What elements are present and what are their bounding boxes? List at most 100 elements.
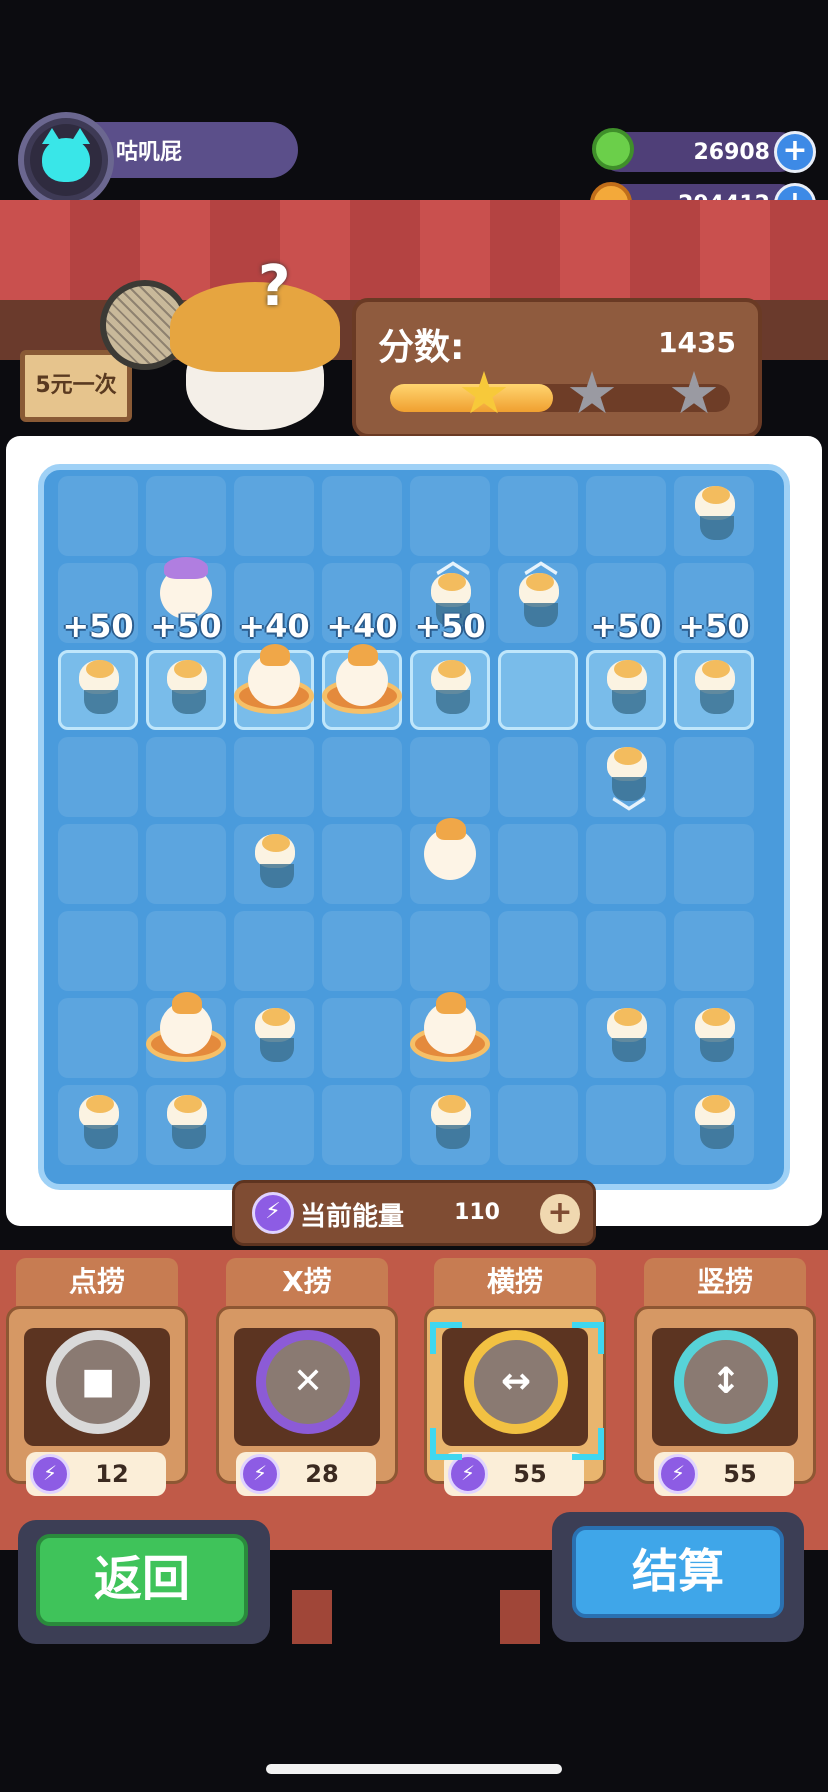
tool-cost: 55 [723, 1460, 757, 1488]
tool-label: 横捞 [434, 1258, 596, 1306]
tool-vertical[interactable]: 竖捞 ↕ ⚡ 55 [630, 1258, 820, 1508]
arrow-up-icon: ︿ [436, 541, 470, 581]
points-label: +50 [150, 607, 222, 645]
board-cell[interactable] [322, 824, 402, 904]
question-mark-icon: ? [258, 254, 291, 319]
points-label: +40 [238, 607, 310, 645]
jellyfish-piece[interactable] [74, 660, 124, 714]
jellyfish-piece[interactable] [690, 1095, 740, 1149]
x-arrows-icon: ✕ [256, 1330, 360, 1434]
tool-point[interactable]: 点捞 ■ ⚡ 12 [2, 1258, 192, 1508]
board-cell[interactable] [322, 1085, 402, 1165]
jellyfish-piece[interactable] [250, 834, 300, 888]
add-green-currency-button[interactable]: + [774, 131, 816, 173]
board-cell[interactable] [58, 824, 138, 904]
jellyfish-piece[interactable] [602, 1008, 652, 1062]
board-cell[interactable] [586, 476, 666, 556]
square-icon: ■ [46, 1330, 150, 1434]
tool-label: 点捞 [16, 1258, 178, 1306]
arrow-up-icon: ︿ [524, 541, 558, 581]
star-icon-3: ★ [668, 359, 720, 427]
duck-swim-ring-piece[interactable] [410, 992, 490, 1078]
lightning-icon: ⚡ [252, 1192, 294, 1234]
tool-cost: 12 [95, 1460, 129, 1488]
board-cell[interactable] [586, 824, 666, 904]
board-cell[interactable] [586, 911, 666, 991]
pennant-decoration [292, 1590, 332, 1644]
tool-cost: 55 [513, 1460, 547, 1488]
player-name: 咕叽屁 [116, 140, 183, 165]
settle-button[interactable]: 结算 [572, 1526, 784, 1618]
selection-corner [572, 1322, 604, 1354]
board-cell[interactable] [674, 824, 754, 904]
duck-swim-ring-piece[interactable] [234, 644, 314, 730]
horizontal-arrows-icon: ↔ [464, 1330, 568, 1434]
otter-hat [170, 282, 340, 372]
energy-label: 当前能量 [300, 1202, 405, 1232]
board-cell[interactable] [498, 998, 578, 1078]
board-cell[interactable] [146, 824, 226, 904]
tool-horizontal[interactable]: 横捞 ↔ ⚡ 55 [420, 1258, 610, 1508]
duck-swim-ring-piece[interactable] [146, 992, 226, 1078]
jellyfish-piece[interactable] [162, 660, 212, 714]
board-cell[interactable] [234, 1085, 314, 1165]
board-cell[interactable] [58, 737, 138, 817]
currency-value-green: 26908 [693, 140, 770, 165]
points-label: +50 [414, 607, 486, 645]
board-cell[interactable] [146, 911, 226, 991]
board-cell[interactable] [234, 476, 314, 556]
board-cell[interactable] [58, 476, 138, 556]
back-button[interactable]: 返回 [36, 1534, 248, 1626]
points-label: +50 [678, 607, 750, 645]
score-value: 1435 [658, 326, 736, 359]
board-cell[interactable] [322, 998, 402, 1078]
add-energy-button[interactable]: + [540, 1194, 580, 1234]
selection-corner [572, 1428, 604, 1460]
home-indicator[interactable] [266, 1764, 562, 1774]
jellyfish-piece[interactable] [602, 660, 652, 714]
board-cell[interactable] [498, 1085, 578, 1165]
lightning-icon: ⚡ [30, 1454, 70, 1494]
board-cell[interactable] [410, 911, 490, 991]
board-cell[interactable] [234, 911, 314, 991]
tool-x[interactable]: X捞 ✕ ⚡ 28 [212, 1258, 402, 1508]
board-cell[interactable] [322, 476, 402, 556]
selection-corner [430, 1322, 462, 1354]
board-cell[interactable] [586, 1085, 666, 1165]
jellyfish-piece[interactable] [250, 1008, 300, 1062]
duck-piece[interactable] [410, 818, 490, 904]
jellyfish-piece[interactable] [690, 660, 740, 714]
points-label: +50 [590, 607, 662, 645]
board-cell[interactable] [322, 737, 402, 817]
lightning-icon: ⚡ [448, 1454, 488, 1494]
board-cell[interactable] [498, 650, 578, 730]
jellyfish-piece[interactable] [426, 660, 476, 714]
score-label: 分数: [378, 327, 465, 368]
vertical-arrows-icon: ↕ [674, 1330, 778, 1434]
jellyfish-piece[interactable] [162, 1095, 212, 1149]
star-icon-1: ★ [458, 359, 510, 427]
star-icon-2: ★ [566, 359, 618, 427]
jellyfish-piece[interactable] [74, 1095, 124, 1149]
board-cell[interactable] [146, 737, 226, 817]
lightning-icon: ⚡ [240, 1454, 280, 1494]
board-cell[interactable] [146, 476, 226, 556]
cat-avatar-icon [42, 128, 90, 182]
jellyfish-piece[interactable] [426, 1095, 476, 1149]
board-cell[interactable] [322, 911, 402, 991]
board-cell[interactable] [674, 911, 754, 991]
board-cell[interactable] [498, 824, 578, 904]
board-cell[interactable] [498, 911, 578, 991]
duck-swim-ring-piece[interactable] [322, 644, 402, 730]
board-cell[interactable] [58, 911, 138, 991]
board-cell[interactable] [58, 998, 138, 1078]
tool-label: 竖捞 [644, 1258, 806, 1306]
game-board[interactable]: ︿ ︿ ﹀ +50 +50 +40 +40 +50 +50 +50 [38, 464, 790, 1190]
price-sign: 5元一次 [20, 350, 132, 422]
jellyfish-piece[interactable] [690, 1008, 740, 1062]
board-cell[interactable] [234, 737, 314, 817]
board-cell[interactable] [498, 737, 578, 817]
board-cell[interactable] [410, 737, 490, 817]
jellyfish-piece[interactable] [690, 486, 740, 540]
board-cell[interactable] [674, 737, 754, 817]
